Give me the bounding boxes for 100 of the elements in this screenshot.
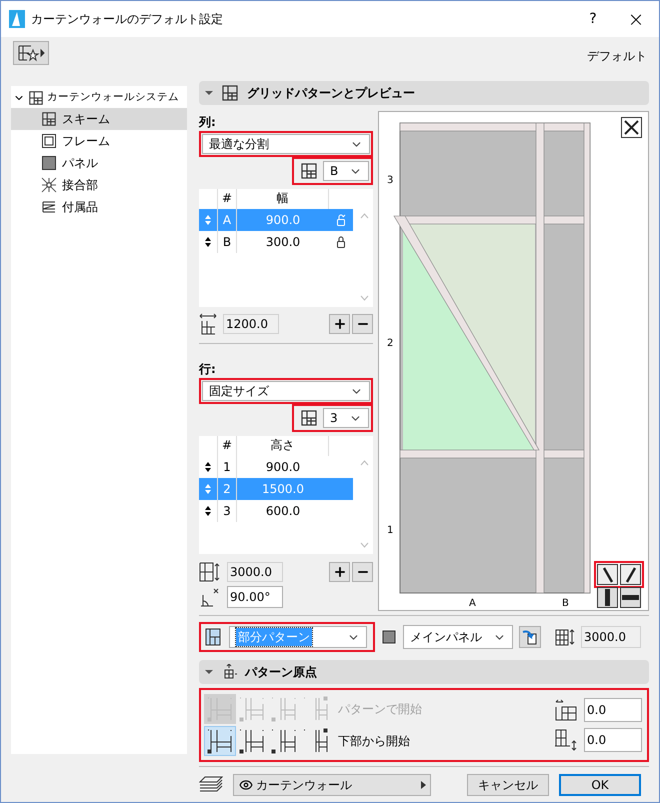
- backslash-icon: [602, 566, 614, 582]
- grid-height-icon: [555, 628, 577, 646]
- preset-label: デフォルト: [587, 48, 647, 65]
- window-title: カーテンウォールのデフォルト設定: [31, 11, 223, 28]
- table-cell-text: 1500.0: [261, 481, 305, 498]
- table-cell: B: [217, 231, 237, 253]
- total-height-field[interactable]: 3000.0: [227, 562, 283, 582]
- accessory-icon: [41, 199, 57, 215]
- rows-label: 行:: [199, 361, 217, 378]
- tree-item[interactable]: 付属品: [11, 196, 187, 218]
- reorder-icon[interactable]: [205, 237, 211, 247]
- layers-icon: [199, 776, 223, 794]
- pattern-height-field[interactable]: 3000.0: [581, 626, 641, 648]
- table-row[interactable]: 3 600.0: [199, 500, 353, 522]
- column-label: B: [562, 597, 569, 611]
- unlock-icon[interactable]: [336, 214, 346, 226]
- row-label: 3: [387, 174, 394, 188]
- y-offset-icon: [554, 729, 578, 751]
- tree-item[interactable]: スキーム: [11, 108, 187, 130]
- column-header: #: [217, 436, 237, 456]
- origin-icon: [207, 728, 233, 754]
- close-button[interactable]: ×: [613, 4, 659, 34]
- table-cell-text: 300.0: [264, 234, 302, 251]
- layer-dropdown[interactable]: カーテンウォール: [233, 774, 431, 796]
- origin-button[interactable]: [204, 726, 236, 756]
- y-offset-field[interactable]: 0.0: [584, 728, 642, 752]
- pattern-start-label: パターンで開始: [338, 701, 422, 718]
- panel-dropdown[interactable]: メインパネル: [403, 625, 513, 649]
- column-header: 高さ: [237, 436, 329, 456]
- row-grid-icon: [300, 409, 318, 427]
- total-width-icon: [199, 313, 217, 335]
- section-title: パターン原点: [245, 664, 317, 681]
- frame-icon: [41, 133, 57, 149]
- table-cell-text: 900.0: [264, 459, 302, 476]
- tree-item[interactable]: カーテンウォールシステム: [11, 88, 187, 108]
- slash-icon: [624, 566, 636, 582]
- apply-panel-button[interactable]: [519, 626, 541, 648]
- table-cell-text: 600.0: [264, 503, 302, 520]
- columns-label: 列:: [199, 114, 217, 131]
- column-select-button[interactable]: [597, 587, 618, 608]
- x-offset-icon: [554, 699, 578, 721]
- pattern-icon: [205, 628, 221, 646]
- submenu-arrow-icon: [421, 781, 426, 789]
- origin-icon: [271, 728, 297, 754]
- reorder-icon[interactable]: [205, 506, 211, 516]
- close-icon: [624, 120, 639, 135]
- tree-item[interactable]: フレーム: [11, 130, 187, 152]
- table-cell: 3: [217, 500, 237, 522]
- angle-icon: [199, 587, 221, 607]
- table-cell: 2: [217, 478, 237, 500]
- favorites-button[interactable]: [13, 41, 49, 65]
- help-button[interactable]: ?: [573, 4, 613, 34]
- section-title: グリッドパターンとプレビュー: [247, 85, 415, 102]
- lock-icon[interactable]: [336, 236, 346, 248]
- total-height-icon: [199, 562, 221, 582]
- favorites-icon: [17, 44, 45, 62]
- diagonal-right-button[interactable]: [620, 564, 641, 585]
- eye-icon: [238, 778, 254, 792]
- row-select-button[interactable]: [620, 587, 641, 608]
- grid-pattern-icon: [221, 84, 239, 102]
- x-offset-field[interactable]: 0.0: [584, 698, 642, 722]
- panel-icon: [41, 155, 57, 171]
- section-header[interactable]: グリッドパターンとプレビュー: [199, 81, 649, 105]
- close-preview-button[interactable]: [621, 117, 642, 138]
- column-dropdown[interactable]: B: [323, 161, 369, 181]
- origin-icon: [239, 728, 265, 754]
- add-button[interactable]: [329, 562, 350, 582]
- row-label: 1: [387, 524, 394, 538]
- column-label: A: [469, 597, 476, 611]
- tree-item[interactable]: 接合部: [11, 174, 187, 196]
- angle-field[interactable]: 90.00°: [227, 586, 283, 608]
- plus-icon: [332, 317, 346, 331]
- table-row[interactable]: B 300.0: [199, 231, 353, 253]
- column-mode-dropdown[interactable]: 最適な分割: [202, 134, 370, 154]
- row-count-dropdown[interactable]: 3: [323, 408, 369, 428]
- table-cell-text: 900.0: [264, 212, 302, 229]
- origin-icon: [239, 696, 265, 722]
- row-mode-dropdown[interactable]: 固定サイズ: [202, 381, 370, 401]
- remove-button[interactable]: [352, 314, 373, 334]
- origin-icon: [271, 696, 297, 722]
- reorder-icon[interactable]: [205, 462, 211, 472]
- table-cell: A: [217, 209, 237, 231]
- ok-button[interactable]: OK: [559, 774, 641, 796]
- tree-item[interactable]: パネル: [11, 152, 187, 174]
- scheme-icon: [41, 111, 57, 127]
- app-icon: [9, 10, 25, 28]
- junction-icon: [41, 177, 57, 193]
- diagonal-left-button[interactable]: [597, 564, 618, 585]
- curtain-wall-icon: [28, 90, 44, 106]
- bottom-start-label: 下部から開始: [338, 733, 410, 750]
- row-label: 2: [387, 337, 394, 351]
- plus-icon: [332, 565, 346, 579]
- arrow-document-icon: [522, 629, 538, 645]
- cancel-button[interactable]: キャンセル: [467, 774, 549, 796]
- add-button[interactable]: [329, 314, 350, 334]
- section-header[interactable]: パターン原点: [199, 660, 649, 684]
- remove-button[interactable]: [352, 562, 373, 582]
- column-grid-icon: [300, 162, 318, 180]
- total-width-field[interactable]: 1200.0: [223, 314, 279, 334]
- panel-icon: [381, 629, 397, 645]
